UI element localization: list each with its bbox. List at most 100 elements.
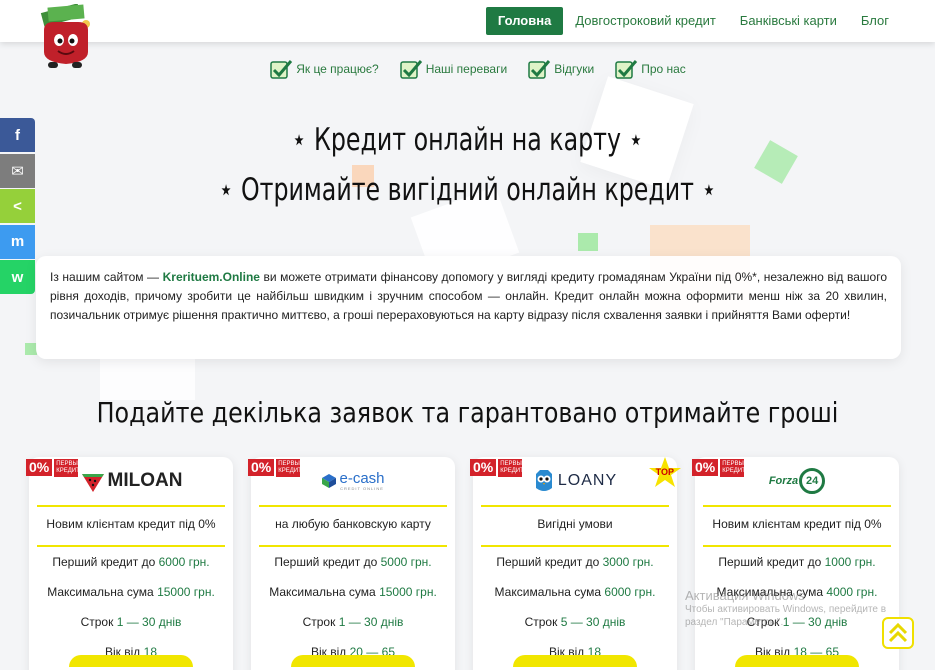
whatsapp-icon: w <box>11 268 24 286</box>
subnav-reviews[interactable]: Відгуки <box>527 58 594 80</box>
owl-icon <box>535 470 552 491</box>
row-label: Максимальна сума <box>494 585 602 599</box>
row-value: 1 — 30 днів <box>338 615 404 629</box>
bg-shape <box>578 233 598 251</box>
subnav-label: Як це працює? <box>296 62 379 76</box>
top-label: TOP <box>655 467 674 477</box>
subnav-about[interactable]: Про нас <box>614 58 686 80</box>
card-tagline: на любую банковскую карту <box>275 517 431 531</box>
row-label: Перший кредит до <box>274 555 378 569</box>
first-credit-row: Перший кредит до 5000 грн. <box>251 547 455 577</box>
card-tagline: Вигідні умови <box>537 517 613 531</box>
checkbox-check-icon <box>528 60 551 79</box>
row-value: 3000 грн. <box>602 555 654 569</box>
badge-first-credit: ПЕРВЫЙ КРЕДИТ <box>720 459 748 477</box>
loan-offer-card-miloan[interactable]: 0% ПЕРВЫЙ КРЕДИТ MILOAN Новим клієнтам к… <box>26 457 233 670</box>
main-nav: Головна Довгостроковий кредит Банківські… <box>485 7 901 35</box>
checkbox-check-icon <box>399 60 422 79</box>
row-value: 1000 грн. <box>824 555 876 569</box>
term-row: Строк 1 — 30 днів <box>29 607 233 637</box>
messenger-share-button[interactable]: m <box>0 224 35 259</box>
facebook-icon: f <box>15 126 20 144</box>
nav-blog[interactable]: Блог <box>849 7 901 35</box>
row-value: 6000 грн. <box>158 555 210 569</box>
badge-percent: 0% <box>470 459 497 476</box>
row-label: Перший кредит до <box>496 555 600 569</box>
subnav-label: Відгуки <box>554 62 595 76</box>
apply-button[interactable] <box>69 655 193 667</box>
first-credit-row: Перший кредит до 1000 грн. <box>695 547 899 577</box>
row-label: Максимальна сума <box>47 585 154 599</box>
row-value: 6000 грн. <box>604 585 656 599</box>
double-chevron-up-icon <box>888 622 908 643</box>
nav-long-term-credit[interactable]: Довгостроковий кредит <box>563 7 727 35</box>
watermark-line: Чтобы активировать Windows, перейдите в <box>685 604 887 615</box>
badge-first-credit: ПЕРВЫЙ КРЕДИТ <box>54 459 82 477</box>
brand-subtext: CREDIT ONLINE <box>340 486 384 491</box>
brand-name: MILOAN <box>107 470 183 491</box>
zero-percent-badge: 0% ПЕРВЫЙ КРЕДИТ <box>470 459 526 477</box>
badge-first-credit: ПЕРВЫЙ КРЕДИТ <box>276 459 304 477</box>
hero-title: ⋆ Кредит онлайн на карту ⋆ <box>291 122 644 158</box>
intro-text: Із нашим сайтом — <box>50 270 163 284</box>
badge-percent: 0% <box>26 459 53 476</box>
hero-subtitle: ⋆ Отримайте вигідний онлайн кредит ⋆ <box>218 172 717 208</box>
email-icon: ✉ <box>11 162 24 180</box>
row-value: 5000 грн. <box>380 555 432 569</box>
facebook-share-button[interactable]: f <box>0 118 35 152</box>
row-label: Перший кредит до <box>718 555 822 569</box>
loan-offer-card-ecash[interactable]: 0% ПЕРВЫЙ КРЕДИТ e-cash CREDIT ONLINE на… <box>248 457 455 670</box>
brand-name: LOANY <box>557 472 618 489</box>
subnav-advantages[interactable]: Наші переваги <box>399 58 507 80</box>
loan-offer-card-loany[interactable]: 0% ПЕРВЫЙ КРЕДИТ TOP LOANY Вигідні умови… <box>470 457 681 670</box>
checkbox-check-icon <box>615 60 638 79</box>
ecash-cube-icon <box>322 474 337 488</box>
row-label: Строк <box>524 615 558 629</box>
row-value: 15000 грн. <box>157 585 215 599</box>
share-sidebar: f ✉ < m w <box>0 118 35 296</box>
zero-percent-badge: 0% ПЕРВЫЙ КРЕДИТ <box>26 459 82 477</box>
sharethis-button[interactable]: < <box>0 189 35 223</box>
first-credit-row: Перший кредит до 3000 грн. <box>473 547 677 577</box>
term-row: Строк 5 — 30 днів <box>473 607 677 637</box>
max-sum-row: Максимальна сума 15000 грн. <box>251 577 455 607</box>
whatsapp-share-button[interactable]: w <box>0 260 35 294</box>
messenger-icon: m <box>10 233 25 250</box>
apply-button[interactable] <box>291 655 415 667</box>
term-row: Строк 1 — 30 днів <box>251 607 455 637</box>
watermark-line: раздел "Параметры". <box>685 617 784 628</box>
apply-button[interactable] <box>735 655 859 667</box>
row-label: Перший кредит до <box>52 555 156 569</box>
section-nav: Як це працює? Наші переваги Відгуки Про … <box>0 58 935 80</box>
checkbox-check-icon <box>270 60 293 79</box>
wallet-mascot-logo[interactable] <box>34 4 96 70</box>
site-brand-link[interactable]: Krerituem.Online <box>163 270 260 284</box>
max-sum-row: Максимальна сума 15000 грн. <box>29 577 233 607</box>
zero-percent-badge: 0% ПЕРВЫЙ КРЕДИТ <box>692 459 748 477</box>
badge-first-credit: ПЕРВЫЙ КРЕДИТ <box>498 459 526 477</box>
brand-name: Forza <box>768 475 799 487</box>
first-credit-row: Перший кредит до 6000 грн. <box>29 547 233 577</box>
loan-offer-card-forza24[interactable]: 0% ПЕРВЫЙ КРЕДИТ Forza 24 Новим клієнтам… <box>692 457 899 670</box>
badge-percent: 0% <box>692 459 719 476</box>
subnav-how-it-works[interactable]: Як це працює? <box>269 58 379 80</box>
row-value: 15000 грн. <box>379 585 437 599</box>
row-label: Максимальна сума <box>269 585 376 599</box>
brand-name: e-cash <box>339 470 385 487</box>
row-label: Строк <box>80 615 114 629</box>
email-share-button[interactable]: ✉ <box>0 153 35 188</box>
subnav-label: Наші переваги <box>425 62 508 76</box>
row-label: Строк <box>302 615 336 629</box>
scroll-to-top-button[interactable] <box>882 617 914 649</box>
nav-home[interactable]: Головна <box>485 7 564 35</box>
badge-percent: 0% <box>248 459 275 476</box>
watermark-title: Активация Windows <box>685 588 805 603</box>
site-header: Головна Довгостроковий кредит Банківські… <box>0 0 935 42</box>
watermelon-icon <box>81 474 104 492</box>
nav-bank-cards[interactable]: Банківські карти <box>728 7 849 35</box>
intro-text-box: Із нашим сайтом — Krerituem.Online ви мо… <box>36 256 901 359</box>
apply-button[interactable] <box>513 655 637 667</box>
card-tagline: Новим клієнтам кредит під 0% <box>46 517 216 531</box>
subnav-label: Про нас <box>641 62 686 76</box>
max-sum-row: Максимальна сума 6000 грн. <box>473 577 677 607</box>
